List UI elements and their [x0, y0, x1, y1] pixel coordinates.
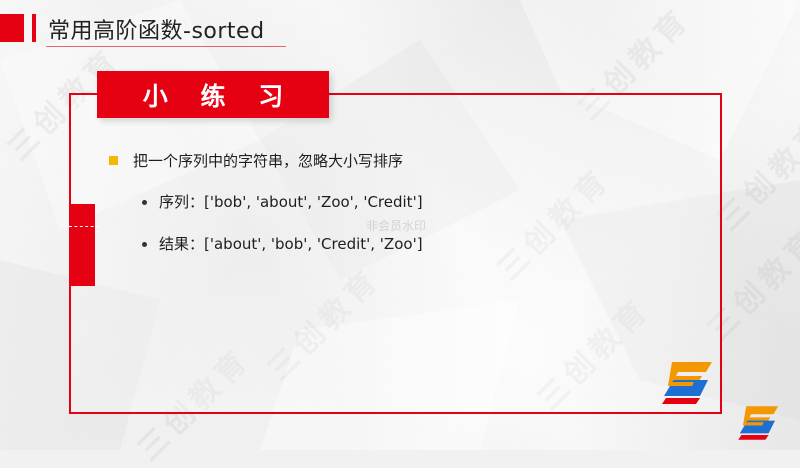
result-line: 结果：['about', 'bob', 'Credit', 'Zoo']: [159, 235, 423, 253]
dashed-divider: [69, 226, 99, 227]
title-underline: [46, 46, 286, 47]
header-accent-block: [0, 14, 24, 42]
header-accent-bar: [32, 14, 36, 42]
bullet-square-icon: [109, 156, 118, 165]
bullet-dot-icon: [142, 200, 147, 205]
faint-watermark-text: 非会员水印: [366, 219, 427, 233]
frame-side-accent: [69, 204, 95, 286]
slide-title: 常用高阶函数-sorted: [48, 19, 265, 44]
exercise-banner-label: 小 练 习: [142, 81, 296, 111]
sanchuang-s-logo-icon: [662, 362, 712, 404]
exercise-banner: 小 练 习: [97, 71, 329, 118]
exercise-description: 把一个序列中的字符串，忽略大小写排序: [133, 152, 404, 170]
sanchuang-s-logo-icon: [738, 406, 779, 440]
sequence-line: 序列：['bob', 'about', 'Zoo', 'Credit']: [159, 193, 423, 211]
bullet-dot-icon: [142, 242, 147, 247]
